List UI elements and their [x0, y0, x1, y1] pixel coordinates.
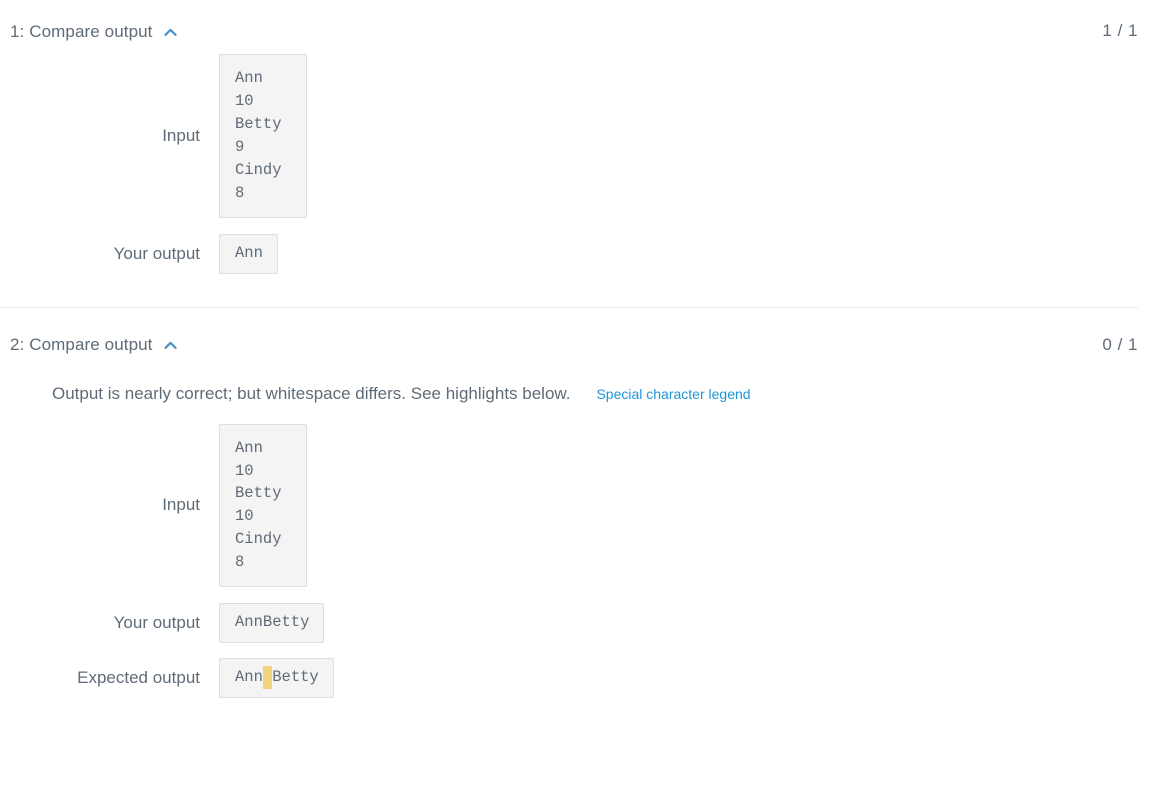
testcase-2: 2: Compare output 0 / 1 Output is nearly…: [0, 308, 1162, 699]
testcase-2-title: 2: Compare output: [10, 335, 153, 355]
input-label: Input: [162, 495, 200, 515]
testcase-2-expected-output-row: Expected output Ann Betty: [0, 658, 1162, 699]
testcase-2-toggle[interactable]: 2: Compare output: [10, 336, 179, 353]
expected-output-text-after: Betty: [272, 668, 319, 687]
your-output-value: Ann: [219, 233, 278, 274]
testcase-2-score: 0 / 1: [1102, 334, 1138, 354]
input-label: Input: [162, 125, 200, 145]
your-output-label: Your output: [113, 613, 200, 633]
input-value: Ann 10 Betty 9 Cindy 8: [219, 54, 307, 218]
whitespace-highlight: [262, 666, 273, 690]
testcase-1-input-row: Input Ann 10 Betty 9 Cindy 8: [0, 54, 1162, 218]
testcase-2-your-output-row: Your output AnnBetty: [0, 603, 1162, 644]
your-output-value: AnnBetty: [219, 603, 325, 644]
your-output-label: Your output: [113, 243, 200, 263]
special-character-legend-link[interactable]: Special character legend: [596, 386, 750, 402]
testcase-1-score: 1 / 1: [1102, 21, 1138, 40]
testcase-1-header: 1: Compare output 1 / 1: [0, 13, 1162, 49]
testcase-1-title: 1: Compare output: [10, 21, 153, 41]
whitespace-diff-message: Output is nearly correct; but whitespace…: [52, 383, 571, 403]
input-value: Ann 10 Betty 10 Cindy 8: [219, 423, 307, 588]
chevron-up-icon[interactable]: [162, 24, 179, 41]
testcase-1: 1: Compare output 1 / 1 Input Ann 10 Bet…: [0, 0, 1162, 274]
testcase-2-header: 2: Compare output 0 / 1: [0, 327, 1162, 363]
testcase-2-message-row: Output is nearly correct; but whitespace…: [0, 384, 1162, 404]
testcase-2-input-row: Input Ann 10 Betty 10 Cindy 8: [0, 423, 1162, 588]
testcase-1-toggle[interactable]: 1: Compare output: [10, 23, 179, 40]
expected-output-value: Ann Betty: [219, 658, 334, 699]
chevron-up-icon[interactable]: [162, 337, 179, 354]
test-results-page: 1: Compare output 1 / 1 Input Ann 10 Bet…: [0, 0, 1162, 785]
expected-output-text-before: Ann: [235, 668, 263, 687]
testcase-1-your-output-row: Your output Ann: [0, 233, 1162, 274]
expected-output-label: Expected output: [77, 668, 200, 688]
